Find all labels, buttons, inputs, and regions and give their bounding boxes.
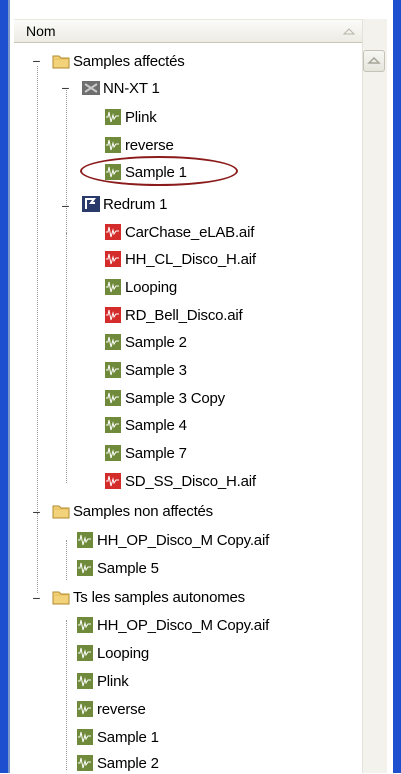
sample-file-icon: [105, 224, 121, 240]
tree-sample-file-item[interactable]: RD_Bell_Disco.aif: [104, 304, 243, 326]
minus-expander-icon[interactable]: −: [61, 81, 70, 95]
sample-icon: [77, 755, 93, 771]
sample-icon: [105, 362, 121, 378]
tree-device-redrum[interactable]: Redrum 1: [82, 193, 167, 215]
sample-icon: [77, 701, 93, 717]
tree-sample-item[interactable]: Sample 5: [76, 557, 159, 579]
scroll-up-button[interactable]: [363, 50, 385, 72]
tree-sample-item[interactable]: Plink: [76, 670, 129, 692]
sample-icon: [77, 560, 93, 576]
tree-sample-item[interactable]: Sample 7: [104, 442, 187, 464]
tree-folder-assigned[interactable]: Samples affectés: [52, 50, 185, 72]
folder-icon: [52, 55, 70, 69]
tree-sample-item[interactable]: HH_OP_Disco_M Copy.aif: [76, 614, 269, 636]
tree-connector: [66, 540, 67, 580]
tree-sample-item[interactable]: Sample 2: [104, 331, 187, 353]
sample-icon: [77, 645, 93, 661]
tree-sample-file-item[interactable]: HH_CL_Disco_H.aif: [104, 248, 256, 270]
tree-device-nnxt[interactable]: NN-XT 1: [82, 77, 160, 99]
column-header-name[interactable]: Nom: [14, 19, 362, 43]
tree-sample-item[interactable]: reverse: [104, 134, 174, 156]
window-border-right: [393, 0, 401, 773]
minus-expander-icon[interactable]: −: [32, 591, 41, 605]
tree-sample-item[interactable]: Sample 4: [104, 414, 187, 436]
tree-sample-file-item[interactable]: SD_SS_Disco_H.aif: [104, 470, 256, 492]
sample-icon: [105, 137, 121, 153]
tree-connector: [66, 233, 67, 483]
folder-icon: [52, 591, 70, 605]
tree-sample-file-item[interactable]: CarChase_eLAB.aif: [104, 221, 254, 243]
tree-connector: [37, 66, 38, 513]
folder-icon: [52, 505, 70, 519]
window-border-left: [0, 0, 8, 773]
tree-sample-item[interactable]: Looping: [104, 276, 177, 298]
tree-sample-item[interactable]: reverse: [76, 698, 146, 720]
minus-expander-icon[interactable]: −: [32, 54, 41, 68]
scroll-up-arrow-icon: [367, 56, 381, 64]
sample-icon: [77, 532, 93, 548]
sample-file-icon: [105, 307, 121, 323]
sample-icon: [77, 617, 93, 633]
highlight-ellipse: [80, 156, 238, 186]
minus-expander-icon[interactable]: −: [32, 505, 41, 519]
tree-connector: [66, 620, 67, 770]
sample-icon: [105, 445, 121, 461]
tree-sample-item[interactable]: HH_OP_Disco_M Copy.aif: [76, 529, 269, 551]
sample-icon: [105, 279, 121, 295]
redrum-device-icon: [82, 196, 100, 212]
sample-icon: [77, 729, 93, 745]
tree-connector: [37, 513, 38, 593]
minus-expander-icon[interactable]: −: [61, 199, 70, 213]
tree-sample-item[interactable]: Plink: [104, 106, 157, 128]
tree-sample-item[interactable]: Sample 3: [104, 359, 187, 381]
tree-sample-item[interactable]: Sample 2: [76, 752, 159, 774]
sample-icon: [105, 390, 121, 406]
tree-folder-unassigned[interactable]: Samples non affectés: [52, 500, 213, 522]
tree-folder-all[interactable]: Ts les samples autonomes: [52, 586, 245, 608]
sample-icon: [105, 109, 121, 125]
tree-sample-item[interactable]: Sample 3 Copy: [104, 387, 225, 409]
sample-file-icon: [105, 473, 121, 489]
column-header-label: Nom: [26, 23, 56, 39]
sample-file-icon: [105, 251, 121, 267]
nnxt-device-icon: [82, 81, 100, 95]
sample-icon: [105, 334, 121, 350]
sample-icon: [105, 417, 121, 433]
sample-icon: [77, 673, 93, 689]
tree-sample-item[interactable]: Looping: [76, 642, 149, 664]
sort-arrow-icon[interactable]: [343, 27, 355, 35]
tree-sample-item[interactable]: Sample 1: [76, 726, 159, 748]
vertical-scrollbar[interactable]: [362, 19, 387, 773]
